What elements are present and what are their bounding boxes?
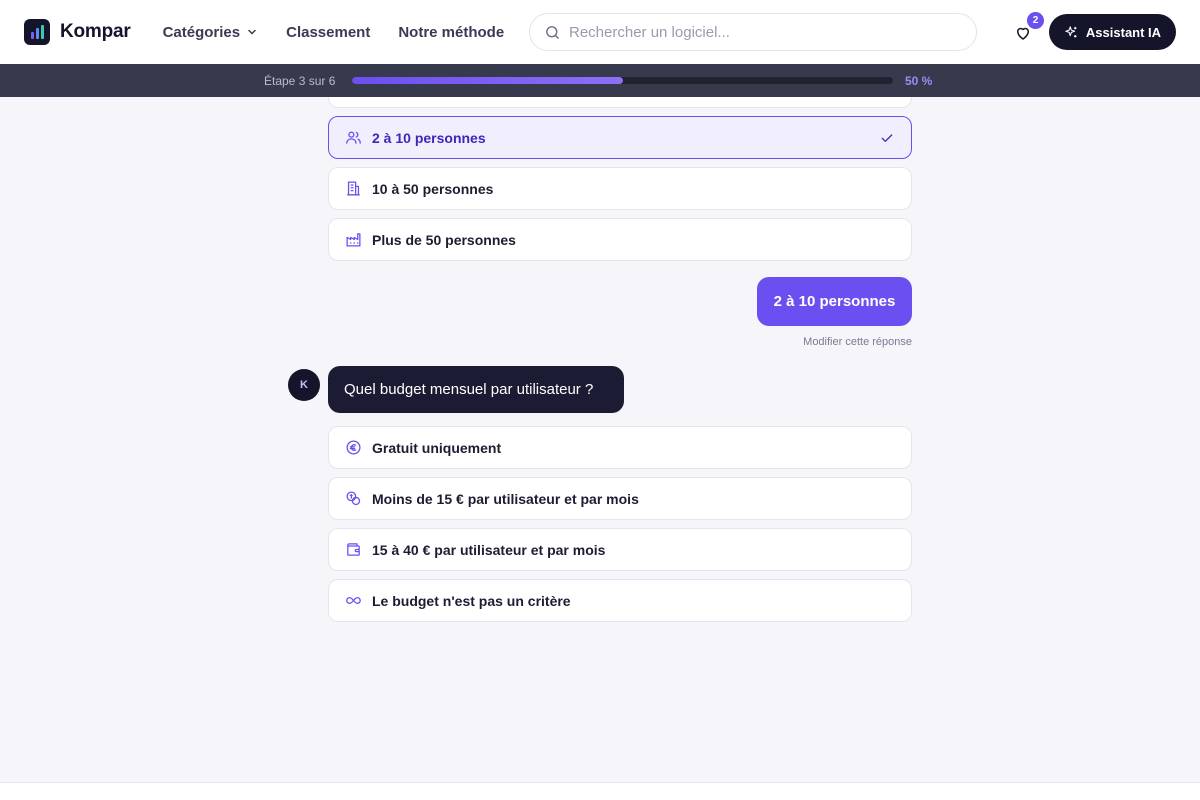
building-icon [345,180,362,197]
progress-strip: Étape 3 sur 6 50 % [0,64,1200,97]
team-option-10-50[interactable]: 10 à 50 personnes [328,167,912,210]
coins-icon [345,490,362,507]
bot-question-text: Quel budget mensuel par utilisateur ? [344,381,594,398]
team-option-label: 10 à 50 personnes [372,180,494,197]
sparkles-icon [1065,25,1077,37]
nav-classement[interactable]: Classement [286,24,370,41]
nav-classement-label: Classement [286,23,371,41]
team-option-2-10[interactable]: 2 à 10 personnes [328,116,912,159]
progress-percent: 50 % [905,73,933,88]
assistant-ia-button[interactable]: Assistant IA [1049,14,1176,50]
chevron-down-icon [248,29,256,35]
search-input[interactable] [569,23,949,41]
footer [0,783,1200,800]
favorites-button[interactable]: 2 [1010,12,1044,46]
team-option-label: Plus de 50 personnes [372,231,516,248]
brand-name: Kompar [60,21,131,42]
budget-option-free[interactable]: Gratuit uniquement [328,426,912,469]
budget-option-15-40[interactable]: 15 à 40 € par utilisateur et par mois [328,528,912,571]
bot-avatar: K [288,369,320,401]
main-nav: Catégories Classement Notre méthode [163,24,505,41]
budget-option-label: 15 à 40 € par utilisateur et par mois [372,541,606,558]
users-icon [345,129,362,146]
search-bar[interactable] [529,13,977,51]
bot-question-bubble: Quel budget mensuel par utilisateur ? [328,366,624,413]
modify-answer-link[interactable]: Modifier cette réponse [803,336,912,348]
infinity-icon [345,592,362,609]
user-answer-bubble: 2 à 10 personnes [757,277,912,326]
check-icon [881,133,893,142]
euro-icon [345,439,362,456]
nav-categories-label: Catégories [162,23,241,41]
progress-fill [352,77,623,84]
factory-icon [345,231,362,248]
logo-icon [24,19,50,45]
nav-methode[interactable]: Notre méthode [398,24,504,41]
wallet-icon [345,541,362,558]
budget-option-label: Gratuit uniquement [372,439,502,456]
favorites-count-badge: 2 [1027,12,1044,29]
progress-track [352,77,893,84]
previous-option-stub [328,97,912,108]
brand-logo[interactable]: Kompar [24,19,131,45]
team-option-50-plus[interactable]: Plus de 50 personnes [328,218,912,261]
nav-categories[interactable]: Catégories [163,24,259,41]
budget-option-under-15[interactable]: Moins de 15 € par utilisateur et par moi… [328,477,912,520]
budget-option-no-criteria[interactable]: Le budget n'est pas un critère [328,579,912,622]
budget-option-label: Moins de 15 € par utilisateur et par moi… [372,490,639,507]
step-label: Étape 3 sur 6 [264,73,336,88]
assistant-ia-label: Assistant IA [1085,24,1162,40]
nav-methode-label: Notre méthode [398,23,505,41]
team-option-label: 2 à 10 personnes [372,129,486,146]
budget-option-label: Le budget n'est pas un critère [372,592,571,609]
search-icon [546,25,559,39]
